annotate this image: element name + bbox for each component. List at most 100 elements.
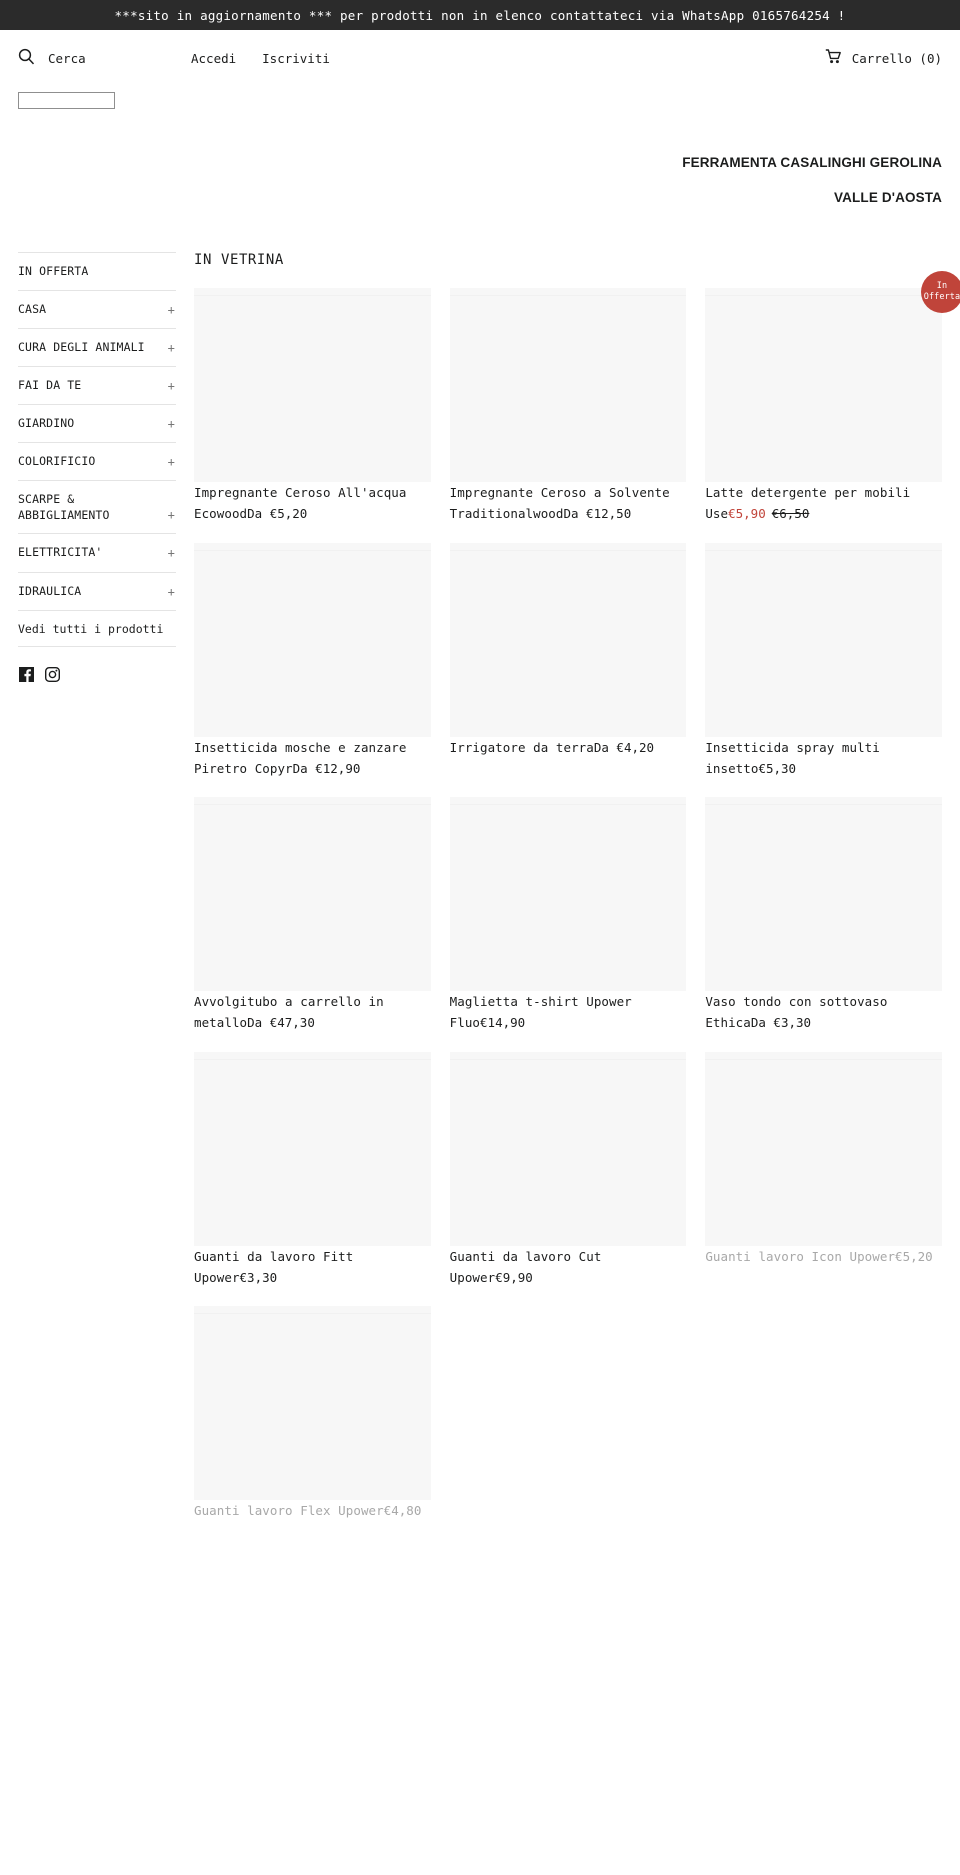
sidebar-item-elettricita[interactable]: ELETTRICITA' + <box>18 534 176 571</box>
product-image <box>705 1051 942 1246</box>
product-card[interactable]: Maglietta t-shirt Upower Fluo€14,90 <box>449 797 687 1052</box>
product-card[interactable]: Guanti da lavoro Fitt Upower€3,30 <box>194 1051 431 1307</box>
instagram-icon[interactable] <box>44 666 61 682</box>
product-title: Guanti lavoro Icon Upower <box>705 1248 896 1264</box>
product-card[interactable]: Insetticida mosche e zanzare Piretro Cop… <box>194 542 431 798</box>
product-card[interactable]: Guanti lavoro Icon Upower€5,20 <box>705 1051 942 1307</box>
sidebar-item: GIARDINO + <box>18 404 176 442</box>
expand-toggle-icon[interactable]: + <box>168 302 175 318</box>
product-price: €4,80 <box>383 1503 422 1518</box>
expand-toggle-icon[interactable]: + <box>168 507 175 523</box>
sidebar-item-giardino[interactable]: GIARDINO + <box>18 405 176 442</box>
product-image <box>449 797 687 991</box>
product-price: €5,90 €6,50 <box>728 506 809 521</box>
sidebar-item: ELETTRICITA' + <box>18 533 176 571</box>
announcement-bar: ***sito in aggiornamento *** per prodott… <box>0 0 960 30</box>
sidebar-item: IDRAULICA + <box>18 571 176 610</box>
product-card[interactable]: In Offerta Latte detergente per mobili Us… <box>705 271 960 543</box>
product-title: Impregnante Ceroso a Solvente Traditiona… <box>449 485 670 522</box>
expand-toggle-icon[interactable]: + <box>168 378 175 394</box>
product-card[interactable]: Avvolgitubo a carrello in metalloDa €47,… <box>194 797 431 1052</box>
sidebar-item-label: SCARPE & ABBIGLIAMENTO <box>18 492 110 522</box>
sidebar-item-idraulica[interactable]: IDRAULICA + <box>18 573 176 610</box>
product-price: €5,20 <box>895 1248 933 1264</box>
sidebar: IN OFFERTA CASA + CURA DEGLI ANIMALI + FAI DA… <box>18 252 176 682</box>
search-icon[interactable] <box>18 48 35 69</box>
sidebar-item-casa[interactable]: CASA + <box>18 291 176 328</box>
store-name[interactable]: FERRAMENTA CASALINGHI GEROLINA VALLE D'A… <box>0 156 960 204</box>
facebook-icon[interactable] <box>19 666 34 682</box>
search-field-container <box>0 92 960 114</box>
sidebar-item-label: IN OFFERTA <box>18 264 89 278</box>
expand-toggle-icon[interactable]: + <box>168 416 175 432</box>
product-card[interactable]: Guanti lavoro Flex Upower€4,80 <box>194 1306 431 1539</box>
store-name-line1: FERRAMENTA CASALINGHI GEROLINA <box>682 155 942 170</box>
sidebar-item-in-offerta[interactable]: IN OFFERTA <box>18 253 176 290</box>
product-card[interactable]: Irrigatore da terraDa €4,20 <box>449 542 687 798</box>
sidebar-item-colorificio[interactable]: COLORIFICIO + <box>18 443 176 480</box>
cart-icon[interactable] <box>825 49 842 67</box>
product-card[interactable]: Impregnante Ceroso All'acqua EcowoodDa €… <box>194 288 431 543</box>
main-content: IN VETRINA Impregnante Ceroso All'acqua … <box>176 252 960 1539</box>
register-link[interactable]: Iscriviti <box>262 51 330 66</box>
product-title: Irrigatore da terra <box>449 739 594 755</box>
product-grid: Impregnante Ceroso All'acqua EcowoodDa €… <box>194 271 960 1539</box>
cart-link[interactable]: Carrello (0) <box>825 49 942 67</box>
store-name-line2: VALLE D'AOSTA <box>834 189 942 205</box>
product-price: Da €12,90 <box>292 760 361 776</box>
sidebar-item-view-all[interactable]: Vedi tutti i prodotti <box>18 609 176 647</box>
search-label[interactable]: Cerca <box>48 51 86 66</box>
site-header: Cerca Accedi Iscriviti Carrello (0) <box>0 38 960 78</box>
product-image: In Offerta <box>705 271 960 482</box>
product-title: Maglietta t-shirt Upower Fluo <box>449 994 632 1031</box>
product-price: €9,90 <box>495 1269 533 1285</box>
sidebar-item-label: ELETTRICITA' <box>18 545 103 560</box>
product-image <box>449 1051 687 1246</box>
product-card[interactable]: Guanti da lavoro Cut Upower€9,90 <box>449 1051 687 1307</box>
search-input[interactable] <box>18 92 115 109</box>
sidebar-item: IN OFFERTA <box>18 252 176 290</box>
expand-toggle-icon[interactable]: + <box>168 340 175 356</box>
login-link[interactable]: Accedi <box>191 51 236 66</box>
product-price: Da €4,20 <box>593 739 655 755</box>
cart-label[interactable]: Carrello (0) <box>852 51 942 66</box>
page-title: IN VETRINA <box>194 252 284 268</box>
product-image <box>449 288 687 482</box>
sale-badge: In Offerta <box>921 271 960 313</box>
account-nav: Accedi Iscriviti <box>191 51 330 66</box>
product-compare-price: €6,50 <box>771 506 810 522</box>
product-card[interactable]: Impregnante Ceroso a Solvente Traditiona… <box>449 288 687 543</box>
category-nav: IN OFFERTA CASA + CURA DEGLI ANIMALI + FAI DA… <box>18 252 176 610</box>
sidebar-item-label: CASA <box>18 301 47 316</box>
sidebar-item-label: COLORIFICIO <box>18 454 96 469</box>
product-image <box>194 1051 431 1246</box>
search-toggle[interactable]: Cerca <box>18 48 163 69</box>
product-image <box>705 542 942 737</box>
expand-toggle-icon[interactable]: + <box>168 584 175 600</box>
product-image <box>194 288 431 482</box>
product-price: €5,30 <box>758 760 797 776</box>
product-card[interactable]: Insetticida spray multi insetto€5,30 <box>705 542 942 798</box>
product-image <box>449 542 687 737</box>
product-image <box>705 797 942 991</box>
product-image <box>194 797 431 991</box>
sidebar-item: COLORIFICIO + <box>18 442 176 480</box>
product-price: Da €5,20 <box>247 506 308 522</box>
expand-toggle-icon[interactable]: + <box>168 545 175 561</box>
sidebar-item: CURA DEGLI ANIMALI + <box>18 327 176 366</box>
sidebar-item-fai-da-te[interactable]: FAI DA TE + <box>18 367 176 404</box>
product-price: Da €3,30 <box>750 1015 812 1031</box>
product-price: €14,90 <box>480 1015 526 1031</box>
product-sale-price: €5,90 <box>728 506 766 522</box>
product-price: Da €12,50 <box>563 506 632 522</box>
sidebar-item-label: IDRAULICA <box>18 583 82 598</box>
sidebar-item: SCARPE & ABBIGLIAMENTO + <box>18 480 176 533</box>
product-price: €3,30 <box>239 1269 278 1285</box>
sidebar-item-label: FAI DA TE <box>18 377 82 392</box>
social-links <box>18 666 176 682</box>
sidebar-item-scarpe-abbigliamento[interactable]: SCARPE & ABBIGLIAMENTO + <box>18 481 176 533</box>
sidebar-item-cura-degli-animali[interactable]: CURA DEGLI ANIMALI + <box>18 329 176 366</box>
product-card[interactable]: Vaso tondo con sottovaso EthicaDa €3,30 <box>705 797 942 1052</box>
expand-toggle-icon[interactable]: + <box>168 454 175 470</box>
product-price: Da €47,30 <box>247 1015 315 1031</box>
